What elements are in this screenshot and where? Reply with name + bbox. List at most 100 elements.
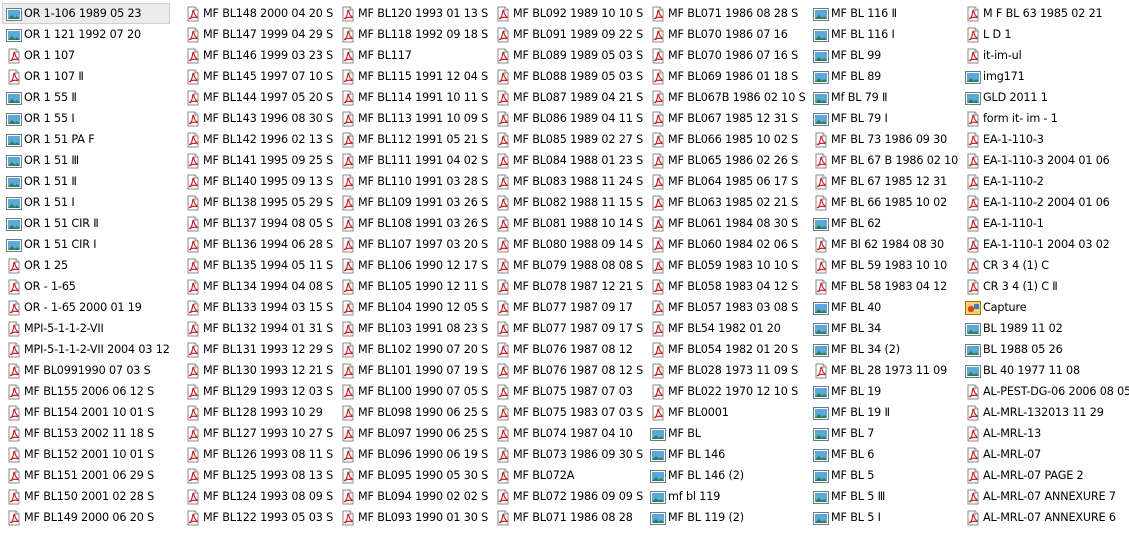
file-item[interactable]: MF BL069 1986 01 18 S	[646, 66, 806, 87]
file-item[interactable]: MF BL 40	[809, 297, 958, 318]
file-item[interactable]: MF BL126 1993 08 11 S	[181, 444, 333, 465]
file-item[interactable]: MF BL084 1988 01 23 S	[491, 150, 643, 171]
file-item[interactable]: MF BL089 1989 05 03 S	[491, 45, 643, 66]
file-item[interactable]: MF BL 5 I	[809, 507, 958, 528]
file-item[interactable]: OR 1 121 1992 07 20	[2, 24, 170, 45]
file-item[interactable]: AL-MRL-07 ANNEXURE 7	[961, 486, 1129, 507]
file-item[interactable]: MF BL097 1990 06 25 S	[336, 423, 488, 444]
file-item[interactable]: L D 1	[961, 24, 1129, 45]
file-item[interactable]: MF BL128 1993 10 29	[181, 402, 333, 423]
file-item[interactable]: MF BL154 2001 10 01 S	[2, 402, 170, 423]
file-item[interactable]: MPI-5-1-1-2-VII 2004 03 12	[2, 339, 170, 360]
file-item[interactable]: MF BL146 1999 03 23 S	[181, 45, 333, 66]
file-item[interactable]: MF BL098 1990 06 25 S	[336, 402, 488, 423]
file-item[interactable]: MF BL101 1990 07 19 S	[336, 360, 488, 381]
file-item[interactable]: OR 1 51 CIR I	[2, 234, 170, 255]
file-item[interactable]: MF BL060 1984 02 06 S	[646, 234, 806, 255]
file-item[interactable]: MF BL086 1989 04 11 S	[491, 108, 643, 129]
file-item[interactable]: MF BL137 1994 08 05 S	[181, 213, 333, 234]
file-item[interactable]: MF BL 116 I	[809, 24, 958, 45]
file-item[interactable]: MF BL106 1990 12 17 S	[336, 255, 488, 276]
file-item[interactable]: MF BL114 1991 10 11 S	[336, 87, 488, 108]
file-item[interactable]: MF BL 19	[809, 381, 958, 402]
file-item[interactable]: CR 3 4 (1) C	[961, 255, 1129, 276]
file-item[interactable]: MF BL143 1996 08 30 S	[181, 108, 333, 129]
file-item[interactable]: OR 1 55 Ⅱ	[2, 87, 170, 108]
file-item[interactable]: MF Bl 62 1984 08 30	[809, 234, 958, 255]
file-item[interactable]: MF BL135 1994 05 11 S	[181, 255, 333, 276]
file-item[interactable]: MF BL 99	[809, 45, 958, 66]
file-item[interactable]: Mf BL 79 Ⅱ	[809, 87, 958, 108]
file-item[interactable]: EA-1-110-3 2004 01 06	[961, 150, 1129, 171]
file-item[interactable]: MF BL130 1993 12 21 S	[181, 360, 333, 381]
file-item[interactable]: MF BL080 1988 09 14 S	[491, 234, 643, 255]
file-item[interactable]: MF BL148 2000 04 20 S	[181, 3, 333, 24]
file-item[interactable]: MF BL092 1989 10 10 S	[491, 3, 643, 24]
file-item[interactable]: MF BL54 1982 01 20	[646, 318, 806, 339]
file-item[interactable]: MF BL 73 1986 09 30	[809, 129, 958, 150]
file-item[interactable]: MF BL108 1991 03 26 S	[336, 213, 488, 234]
file-item[interactable]: MF BL067 1985 12 31 S	[646, 108, 806, 129]
file-item[interactable]: MPI-5-1-1-2-VII	[2, 318, 170, 339]
file-item[interactable]: MF BL110 1991 03 28 S	[336, 171, 488, 192]
file-item[interactable]: MF BL095 1990 05 30 S	[336, 465, 488, 486]
file-item[interactable]: MF BL151 2001 06 29 S	[2, 465, 170, 486]
file-item[interactable]: OR - 1-65 2000 01 19	[2, 297, 170, 318]
file-item[interactable]: MF BL 58 1983 04 12	[809, 276, 958, 297]
file-item[interactable]: img171	[961, 66, 1129, 87]
file-item[interactable]: OR 1 55 I	[2, 108, 170, 129]
file-item[interactable]: MF BL150 2001 02 28 S	[2, 486, 170, 507]
file-item[interactable]: MF BL058 1983 04 12 S	[646, 276, 806, 297]
file-item[interactable]: MF BL079 1988 08 08 S	[491, 255, 643, 276]
file-item[interactable]: MF BL103 1991 08 23 S	[336, 318, 488, 339]
file-item[interactable]: MF BL118 1992 09 18 S	[336, 24, 488, 45]
file-item[interactable]: MF BL 67 B 1986 02 10	[809, 150, 958, 171]
file-item[interactable]: MF BL 28 1973 11 09	[809, 360, 958, 381]
file-item[interactable]: MF BL155 2006 06 12 S	[2, 381, 170, 402]
file-item[interactable]: MF BL 6	[809, 444, 958, 465]
file-item[interactable]: form it- im - 1	[961, 108, 1129, 129]
file-item[interactable]: EA-1-110-2	[961, 171, 1129, 192]
file-item[interactable]: MF BL0001	[646, 402, 806, 423]
file-item[interactable]: AL-MRL-132013 11 29	[961, 402, 1129, 423]
file-item[interactable]: MF BL 34 (2)	[809, 339, 958, 360]
file-item[interactable]: Capture	[961, 297, 1129, 318]
file-item[interactable]: CR 3 4 (1) C Ⅱ	[961, 276, 1129, 297]
file-item[interactable]: MF BL131 1993 12 29 S	[181, 339, 333, 360]
file-item[interactable]: MF BL109 1991 03 26 S	[336, 192, 488, 213]
file-item[interactable]: MF BL 146	[646, 444, 806, 465]
file-item[interactable]: EA-1-110-1	[961, 213, 1129, 234]
file-item[interactable]: MF BL074 1987 04 10	[491, 423, 643, 444]
file-item[interactable]: AL-MRL-13	[961, 423, 1129, 444]
file-item[interactable]: MF BL127 1993 10 27 S	[181, 423, 333, 444]
file-item[interactable]: MF BL125 1993 08 13 S	[181, 465, 333, 486]
file-item[interactable]: MF BL129 1993 12 03 S	[181, 381, 333, 402]
file-item[interactable]: MF BL064 1985 06 17 S	[646, 171, 806, 192]
file-item[interactable]: MF BL 7	[809, 423, 958, 444]
file-item[interactable]: OR 1 51 Ⅲ	[2, 150, 170, 171]
file-item[interactable]: MF BL105 1990 12 11 S	[336, 276, 488, 297]
file-item[interactable]: MF BL070 1986 07 16 S	[646, 45, 806, 66]
file-item[interactable]: MF BL147 1999 04 29 S	[181, 24, 333, 45]
file-item[interactable]: EA-1-110-3	[961, 129, 1129, 150]
file-item[interactable]: EA-1-110-1 2004 03 02	[961, 234, 1129, 255]
file-item[interactable]: MF BL063 1985 02 21 S	[646, 192, 806, 213]
file-item[interactable]: it-im-ul	[961, 45, 1129, 66]
file-item[interactable]: MF BL 5 Ⅲ	[809, 486, 958, 507]
file-item[interactable]: GLD 2011 1	[961, 87, 1129, 108]
file-item[interactable]: MF BL 116 Ⅱ	[809, 3, 958, 24]
file-item[interactable]: MF BL134 1994 04 08 S	[181, 276, 333, 297]
file-item[interactable]: MF BL059 1983 10 10 S	[646, 255, 806, 276]
file-item[interactable]: MF BL071 1986 08 28	[491, 507, 643, 528]
file-item[interactable]: MF BL 89	[809, 66, 958, 87]
file-item[interactable]: MF BL107 1997 03 20 S	[336, 234, 488, 255]
file-item[interactable]: MF BL138 1995 05 29 S	[181, 192, 333, 213]
file-item[interactable]: OR 1 51 CIR Ⅱ	[2, 213, 170, 234]
file-item[interactable]: MF BL073 1986 09 30 S	[491, 444, 643, 465]
file-item[interactable]: MF BL 66 1985 10 02	[809, 192, 958, 213]
file-item[interactable]: MF BL085 1989 02 27 S	[491, 129, 643, 150]
file-item[interactable]: MF BL077 1987 09 17	[491, 297, 643, 318]
file-item[interactable]: MF BL145 1997 07 10 S	[181, 66, 333, 87]
file-item[interactable]: AL-MRL-07 ANNEXURE 6	[961, 507, 1129, 528]
file-item[interactable]: MF BL122 1993 05 03 S	[181, 507, 333, 528]
